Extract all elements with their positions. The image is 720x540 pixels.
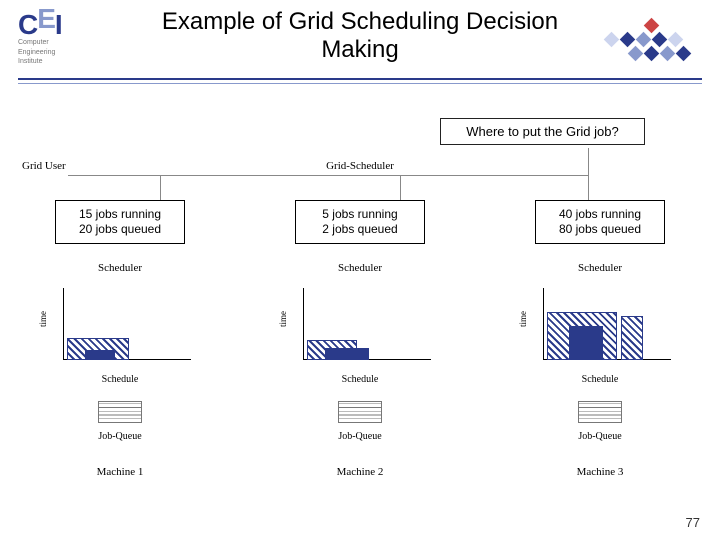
logo: CEI Computer Engineering Institute [18,12,90,65]
schedule-label-3: Schedule [582,374,619,385]
time-axis-label-1: time [38,311,48,327]
status-queued-2: 2 jobs queued [306,222,414,237]
scheduler-label-2: Scheduler [338,262,382,274]
job-queue-icon-2 [338,401,382,423]
job-queue-icon-3 [578,401,622,423]
status-box-1: 15 jobs running 20 jobs queued [55,200,185,244]
status-queued-3: 80 jobs queued [546,222,654,237]
grid-scheduler-label: Grid-Scheduler [50,160,670,172]
columns: 15 jobs running 20 jobs queued Scheduler… [0,200,720,520]
col-machine-1: 15 jobs running 20 jobs queued Scheduler… [0,200,240,520]
connector-line [160,175,161,201]
status-running-3: 40 jobs running [546,207,654,222]
col-machine-3: 40 jobs running 80 jobs queued Scheduler… [480,200,720,520]
schedule-chart-1: time [45,288,195,366]
y-axis [63,288,64,360]
question-box: Where to put the Grid job? [440,118,645,145]
logo-main: CEI [18,12,90,37]
y-axis [303,288,304,360]
job-queue-label-1: Job-Queue [98,431,141,442]
header-rule-2 [18,83,702,84]
time-axis-label-3: time [518,311,528,327]
connector-line [68,175,588,176]
job-queue-label-2: Job-Queue [338,431,381,442]
status-box-2: 5 jobs running 2 jobs queued [295,200,425,244]
header: CEI Computer Engineering Institute Examp… [0,0,720,95]
schedule-chart-3: time [525,288,675,366]
schedule-chart-2: time [285,288,435,366]
status-running-1: 15 jobs running [66,207,174,222]
schedule-label-2: Schedule [342,374,379,385]
connector-line [400,175,401,201]
machine-label-1: Machine 1 [97,466,144,478]
logo-sub3: Institute [18,58,90,65]
schedule-label-1: Schedule [102,374,139,385]
status-queued-1: 20 jobs queued [66,222,174,237]
logo-sub1: Computer [18,39,90,46]
scheduler-label-3: Scheduler [578,262,622,274]
status-running-2: 5 jobs running [306,207,414,222]
decorative-diamonds-icon [576,14,706,66]
page-title: Example of Grid Scheduling Decision Maki… [120,8,600,63]
logo-sub2: Engineering [18,49,90,56]
bar-running [569,326,603,360]
job-queue-icon-1 [98,401,142,423]
machine-label-3: Machine 3 [577,466,624,478]
connector-line [588,148,589,201]
col-machine-2: 5 jobs running 2 jobs queued Scheduler t… [240,200,480,520]
bar-queued-2 [621,316,643,360]
machine-label-2: Machine 2 [337,466,384,478]
bar-running [85,350,115,360]
scheduler-label-1: Scheduler [98,262,142,274]
status-box-3: 40 jobs running 80 jobs queued [535,200,665,244]
y-axis [543,288,544,360]
header-rule [18,78,702,80]
time-axis-label-2: time [278,311,288,327]
bar-running [325,348,369,360]
job-queue-label-3: Job-Queue [578,431,621,442]
slide-number: 77 [686,515,700,530]
